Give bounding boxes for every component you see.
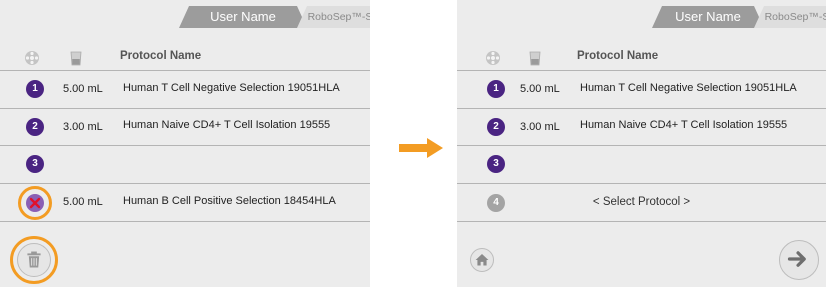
quadrant-row-1[interactable]: 1 5.00 mL Human T Cell Negative Selectio… <box>457 70 826 109</box>
next-button[interactable] <box>779 240 819 280</box>
protocol-name: Human Naive CD4+ T Cell Isolation 19555 <box>123 119 331 131</box>
volume-label: 5.00 mL <box>63 196 103 208</box>
carousel-icon <box>486 51 500 65</box>
quadrant-row-3[interactable]: 3 <box>457 146 826 184</box>
protocol-name: Human B Cell Positive Selection 18454HLA <box>123 195 336 207</box>
quadrant-row-2[interactable]: 2 3.00 mL Human Naive CD4+ T Cell Isolat… <box>0 108 370 146</box>
home-icon <box>475 254 489 266</box>
trash-icon <box>27 251 41 268</box>
quadrant-row-2[interactable]: 2 3.00 mL Human Naive CD4+ T Cell Isolat… <box>457 108 826 146</box>
robosep-screen-before: User Name RoboSep™-S Protocol Name 1 5.0… <box>0 0 370 287</box>
protocol-name: Human T Cell Negative Selection 19051HLA <box>123 82 340 94</box>
delete-button[interactable] <box>17 243 51 277</box>
quadrant-number-badge: 1 <box>26 80 44 98</box>
quadrant-number-badge: 2 <box>26 118 44 136</box>
quadrant-number-badge: 1 <box>487 80 505 98</box>
volume-label: 3.00 mL <box>520 121 560 133</box>
robosep-screen-after: User Name RoboSep™-S Protocol Name 1 5.0… <box>457 0 826 287</box>
quadrant-row-3[interactable]: 3 <box>0 146 370 184</box>
volume-label: 5.00 mL <box>63 83 103 95</box>
tube-icon <box>70 51 82 66</box>
arrow-right-icon <box>787 251 806 267</box>
transition-arrow-icon <box>399 138 443 158</box>
tube-icon <box>529 51 541 66</box>
user-name-tab[interactable]: User Name <box>652 6 764 28</box>
home-button[interactable] <box>470 248 494 272</box>
robosep-brand-tab: RoboSep™-S <box>297 6 370 28</box>
protocol-name: Human Naive CD4+ T Cell Isolation 19555 <box>580 119 788 131</box>
protocol-name-header: Protocol Name <box>120 50 202 62</box>
protocol-name-header: Protocol Name <box>577 50 659 62</box>
protocol-name: Human T Cell Negative Selection 19051HLA <box>580 82 797 94</box>
volume-label: 5.00 mL <box>520 83 560 95</box>
robosep-brand-tab: RoboSep™-S <box>754 6 826 28</box>
carousel-icon <box>25 51 39 65</box>
quadrant-row-4[interactable]: 4 < Select Protocol > <box>457 184 826 222</box>
column-header: Protocol Name <box>457 47 826 69</box>
quadrant-number-badge: 2 <box>487 118 505 136</box>
select-protocol-link[interactable]: < Select Protocol > <box>457 196 826 208</box>
quadrant-number-badge: 3 <box>487 155 505 173</box>
quadrant-row-4-selected[interactable]: 5.00 mL Human B Cell Positive Selection … <box>0 184 370 222</box>
user-name-tab[interactable]: User Name <box>179 6 307 28</box>
quadrant-row-1[interactable]: 1 5.00 mL Human T Cell Negative Selectio… <box>0 70 370 109</box>
x-delete-icon <box>29 197 41 209</box>
column-header: Protocol Name <box>0 47 370 69</box>
volume-label: 3.00 mL <box>63 121 103 133</box>
quadrant-number-badge: 3 <box>26 155 44 173</box>
quadrant-delete-badge[interactable] <box>26 194 44 212</box>
